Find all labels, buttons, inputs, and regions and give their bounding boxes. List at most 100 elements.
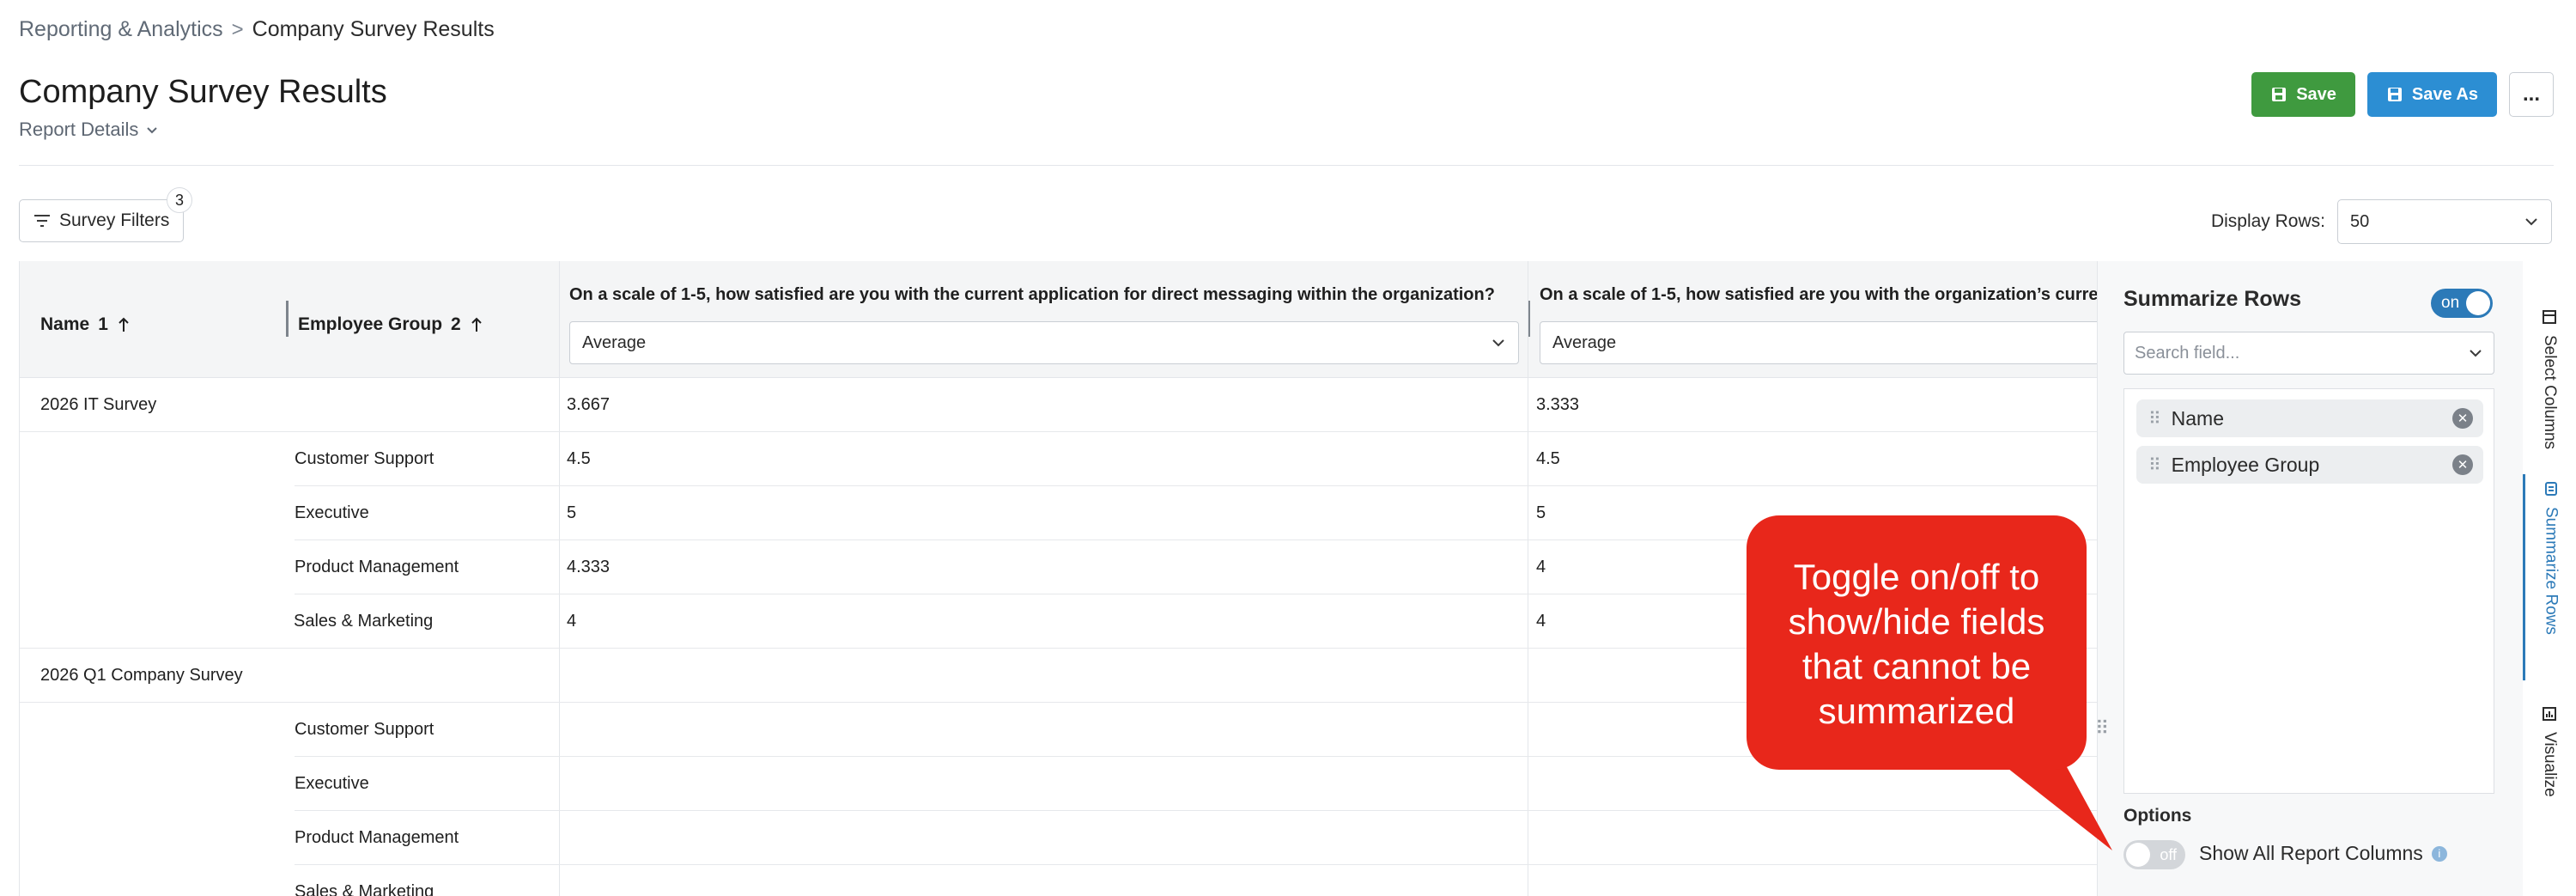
display-rows-value: 50 xyxy=(2350,211,2370,231)
cell-q2: 4 xyxy=(1536,558,1546,576)
cell-name: 2026 Q1 Company Survey xyxy=(40,666,243,685)
column-header-employee-group[interactable]: Employee Group 2 xyxy=(298,314,483,335)
chevron-down-icon xyxy=(2470,350,2482,357)
remove-icon[interactable]: ✕ xyxy=(2452,408,2473,429)
toggle-state-label: on xyxy=(2441,294,2460,312)
toggle-knob xyxy=(2126,843,2150,867)
chevron-down-icon xyxy=(1492,339,1504,347)
remove-icon[interactable]: ✕ xyxy=(2452,454,2473,475)
sort-order-badge: 1 xyxy=(98,314,108,334)
display-rows-label: Display Rows: xyxy=(2210,211,2325,231)
table-row[interactable]: Product Management xyxy=(295,811,2097,865)
aggregate-select-question-2[interactable]: Average xyxy=(1540,321,2097,364)
column-header-name[interactable]: Name 1 xyxy=(40,314,131,335)
cell-group: Sales & Marketing xyxy=(294,612,434,631)
field-chip-label: Name xyxy=(2171,406,2225,430)
cell-group: Executive xyxy=(295,503,369,522)
field-chip-label: Employee Group xyxy=(2171,453,2320,476)
floppy-disk-icon xyxy=(2387,88,2402,101)
aggregate-value: Average xyxy=(582,332,647,352)
show-all-columns-option: Show All Report Columns i xyxy=(2199,842,2447,865)
tab-summarize-rows[interactable]: Summarize Rows xyxy=(2523,474,2576,680)
breadcrumb-separator-icon: > xyxy=(231,17,244,41)
drag-handle-icon[interactable]: ⠿ xyxy=(2148,454,2161,476)
columns-icon xyxy=(2543,310,2556,324)
save-as-label: Save As xyxy=(2411,84,2478,104)
tab-label: Select Columns xyxy=(2541,335,2559,450)
survey-filters-label: Survey Filters xyxy=(59,210,170,230)
sort-ascending-icon xyxy=(118,317,129,332)
show-all-label: Show All Report Columns xyxy=(2199,842,2423,864)
cell-q1: 4.333 xyxy=(567,558,611,576)
summarize-rows-toggle[interactable]: on xyxy=(2431,289,2493,318)
column-name-label: Name xyxy=(40,314,90,334)
drag-handle-icon[interactable]: ⠿ xyxy=(2148,408,2161,430)
aggregate-value: Average xyxy=(1552,332,1617,352)
cell-q1: 4.5 xyxy=(567,449,591,468)
sort-order-badge: 2 xyxy=(451,314,461,334)
page-title: Company Survey Results xyxy=(19,74,387,110)
callout-line: show/hide fields xyxy=(1788,601,2045,642)
field-chip-employee-group[interactable]: ⠿ Employee Group ✕ xyxy=(2136,446,2483,484)
survey-filters-button[interactable]: Survey Filters xyxy=(19,199,185,242)
cell-group: Product Management xyxy=(295,828,459,847)
save-button[interactable]: Save xyxy=(2251,72,2355,117)
tab-label: Summarize Rows xyxy=(2542,507,2561,635)
breadcrumb: Reporting & Analytics > Company Survey R… xyxy=(19,17,495,42)
chevron-down-icon xyxy=(147,127,158,134)
cell-group: Executive xyxy=(295,774,369,793)
display-rows: Display Rows: 50 xyxy=(2211,199,2552,244)
tab-label: Visualize xyxy=(2541,732,2559,797)
callout-annotation: Toggle on/off to show/hide fields that c… xyxy=(1747,515,2087,770)
options-label: Options xyxy=(2123,806,2192,826)
summarize-rows-panel: Summarize Rows on Search field... ⠿ Name… xyxy=(2097,261,2523,896)
table-row[interactable]: Customer Support 4.5 4.5 xyxy=(295,432,2097,486)
search-field-select[interactable]: Search field... xyxy=(2123,332,2494,375)
search-placeholder: Search field... xyxy=(2135,343,2240,363)
toggle-knob xyxy=(2466,291,2490,315)
aggregate-select-question-1[interactable]: Average xyxy=(569,321,1519,364)
cell-group: Customer Support xyxy=(295,720,434,739)
sort-ascending-icon xyxy=(471,317,482,332)
summarize-icon xyxy=(2544,482,2557,496)
cell-group: Sales & Marketing xyxy=(295,882,434,896)
header-divider xyxy=(19,165,2554,166)
filter-icon xyxy=(34,215,50,227)
save-as-button[interactable]: Save As xyxy=(2366,72,2497,117)
callout-line: Toggle on/off to xyxy=(1793,557,2040,597)
callout-line: summarized xyxy=(1818,691,2015,731)
more-icon: ... xyxy=(2522,82,2540,106)
table-row[interactable]: Sales & Marketing xyxy=(295,865,2097,896)
report-details-label: Report Details xyxy=(19,119,139,140)
table-row[interactable]: 2026 IT Survey 3.667 3.333 xyxy=(20,378,2097,432)
side-tabs: Select Columns Summarize Rows Visualize xyxy=(2523,261,2576,896)
cell-q1: 4 xyxy=(567,612,577,631)
breadcrumb-current: Company Survey Results xyxy=(252,17,495,41)
report-details-toggle[interactable]: Report Details xyxy=(19,119,159,141)
column-header-question-1[interactable]: On a scale of 1-5, how satisfied are you… xyxy=(569,285,1531,305)
field-chip-name[interactable]: ⠿ Name ✕ xyxy=(2136,399,2483,437)
cell-q2: 4.5 xyxy=(1536,449,1560,468)
column-header-question-2[interactable]: On a scale of 1-5, how satisfied are you… xyxy=(1540,285,2097,305)
breadcrumb-parent-link[interactable]: Reporting & Analytics xyxy=(19,17,223,42)
panel-resize-grip-icon[interactable]: ⠿ xyxy=(2095,717,2109,740)
display-rows-select[interactable]: 50 xyxy=(2337,199,2552,244)
save-label: Save xyxy=(2296,84,2336,104)
tab-select-columns[interactable]: Select Columns xyxy=(2523,309,2576,449)
header-actions: Save Save As ... xyxy=(2251,72,2554,117)
column-group-label: Employee Group xyxy=(298,314,443,334)
panel-title: Summarize Rows xyxy=(2123,287,2302,311)
callout-line: that cannot be xyxy=(1801,646,2032,686)
cell-q2: 5 xyxy=(1536,503,1546,522)
chart-icon xyxy=(2543,707,2556,721)
info-icon[interactable]: i xyxy=(2431,845,2447,862)
more-options-button[interactable]: ... xyxy=(2509,72,2554,117)
tab-visualize[interactable]: Visualize xyxy=(2523,706,2576,797)
cell-q1: 5 xyxy=(567,503,577,522)
summarize-field-list: ⠿ Name ✕ ⠿ Employee Group ✕ xyxy=(2123,388,2494,794)
column-resize-handle[interactable] xyxy=(286,301,289,337)
cell-q2: 3.333 xyxy=(1536,395,1580,414)
cell-q1: 3.667 xyxy=(567,395,611,414)
chevron-down-icon xyxy=(2525,218,2537,226)
show-all-columns-toggle[interactable]: off xyxy=(2123,840,2185,869)
